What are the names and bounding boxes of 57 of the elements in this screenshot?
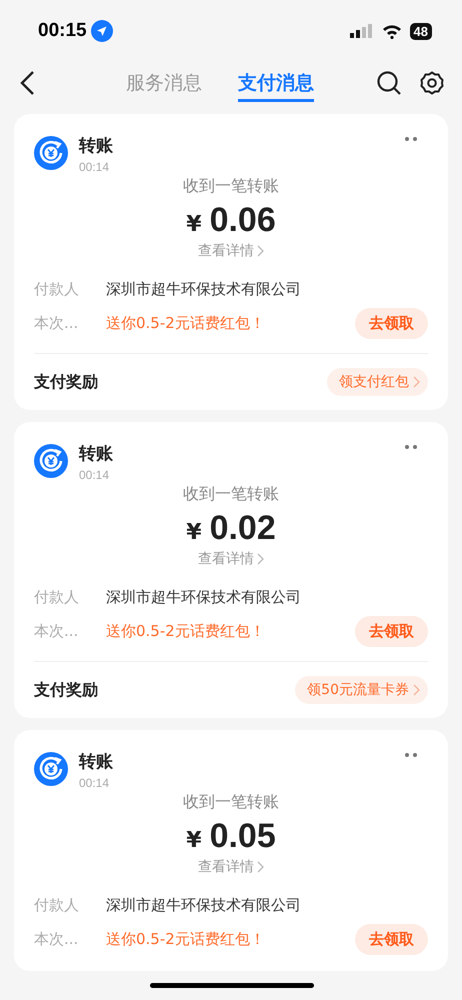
- chevron-icon: [413, 684, 420, 696]
- message-title: 转账: [79, 751, 113, 773]
- field-label: 付款人: [34, 588, 80, 606]
- amount: 0.05: [210, 817, 276, 856]
- message-title: 转账: [79, 443, 113, 465]
- message-heading: 收到一笔转账: [183, 484, 279, 505]
- tab[interactable]: 支付消息: [238, 64, 314, 102]
- more-icon[interactable]: [404, 444, 418, 450]
- chevron-icon: [413, 376, 420, 388]
- field-label: 本次...: [34, 930, 80, 949]
- chevron-icon: [257, 861, 264, 873]
- details-link[interactable]: 查看详情: [198, 550, 264, 568]
- currency-symbol: ¥: [186, 520, 202, 545]
- more-icon[interactable]: [404, 136, 418, 142]
- more-icon[interactable]: [404, 752, 418, 758]
- settings-icon[interactable]: [420, 71, 444, 95]
- details-link[interactable]: 查看详情: [198, 858, 264, 876]
- field-value: 深圳市超牛环保技术有限公司: [106, 896, 301, 914]
- currency-symbol: ¥: [186, 828, 202, 853]
- reward-label: 支付奖励: [34, 372, 98, 392]
- tab[interactable]: 服务消息: [126, 64, 202, 102]
- message-title: 转账: [79, 135, 113, 157]
- promo-text: 送你0.5-2元话费红包！: [106, 930, 265, 949]
- wifi-icon: [382, 24, 402, 38]
- reward-button[interactable]: 领支付红包: [327, 368, 428, 396]
- amount: 0.02: [210, 509, 276, 548]
- back-icon[interactable]: [18, 70, 36, 96]
- chevron-icon: [257, 245, 264, 257]
- yuan-transfer-icon: [34, 136, 68, 170]
- message-time: 00:14: [79, 160, 110, 174]
- claim-button[interactable]: 去领取: [355, 308, 428, 339]
- details-link[interactable]: 查看详情: [198, 242, 264, 260]
- yuan-transfer-icon: [34, 752, 68, 786]
- promo-text: 送你0.5-2元话费红包！: [106, 622, 265, 641]
- reward-button[interactable]: 领50元流量卡券: [295, 676, 428, 704]
- message-time: 00:14: [79, 468, 110, 482]
- amount: 0.06: [210, 201, 276, 240]
- yuan-transfer-icon: [34, 444, 68, 478]
- field-value: 深圳市超牛环保技术有限公司: [106, 280, 301, 298]
- chevron-icon: [257, 553, 264, 565]
- signal-icon: [350, 23, 374, 39]
- promo-text: 送你0.5-2元话费红包！: [106, 314, 265, 333]
- claim-button[interactable]: 去领取: [355, 616, 428, 647]
- message-heading: 收到一笔转账: [183, 176, 279, 197]
- field-label: 本次...: [34, 622, 80, 641]
- claim-button[interactable]: 去领取: [355, 924, 428, 955]
- reward-label: 支付奖励: [34, 680, 98, 700]
- message-heading: 收到一笔转账: [183, 792, 279, 813]
- field-label: 本次...: [34, 314, 80, 333]
- search-icon[interactable]: [376, 70, 402, 96]
- battery-level: 48: [410, 22, 432, 40]
- field-value: 深圳市超牛环保技术有限公司: [106, 588, 301, 606]
- field-label: 付款人: [34, 280, 80, 298]
- currency-symbol: ¥: [186, 212, 202, 237]
- field-label: 付款人: [34, 896, 80, 914]
- message-time: 00:14: [79, 776, 110, 790]
- clock-time: 00:15: [38, 20, 87, 42]
